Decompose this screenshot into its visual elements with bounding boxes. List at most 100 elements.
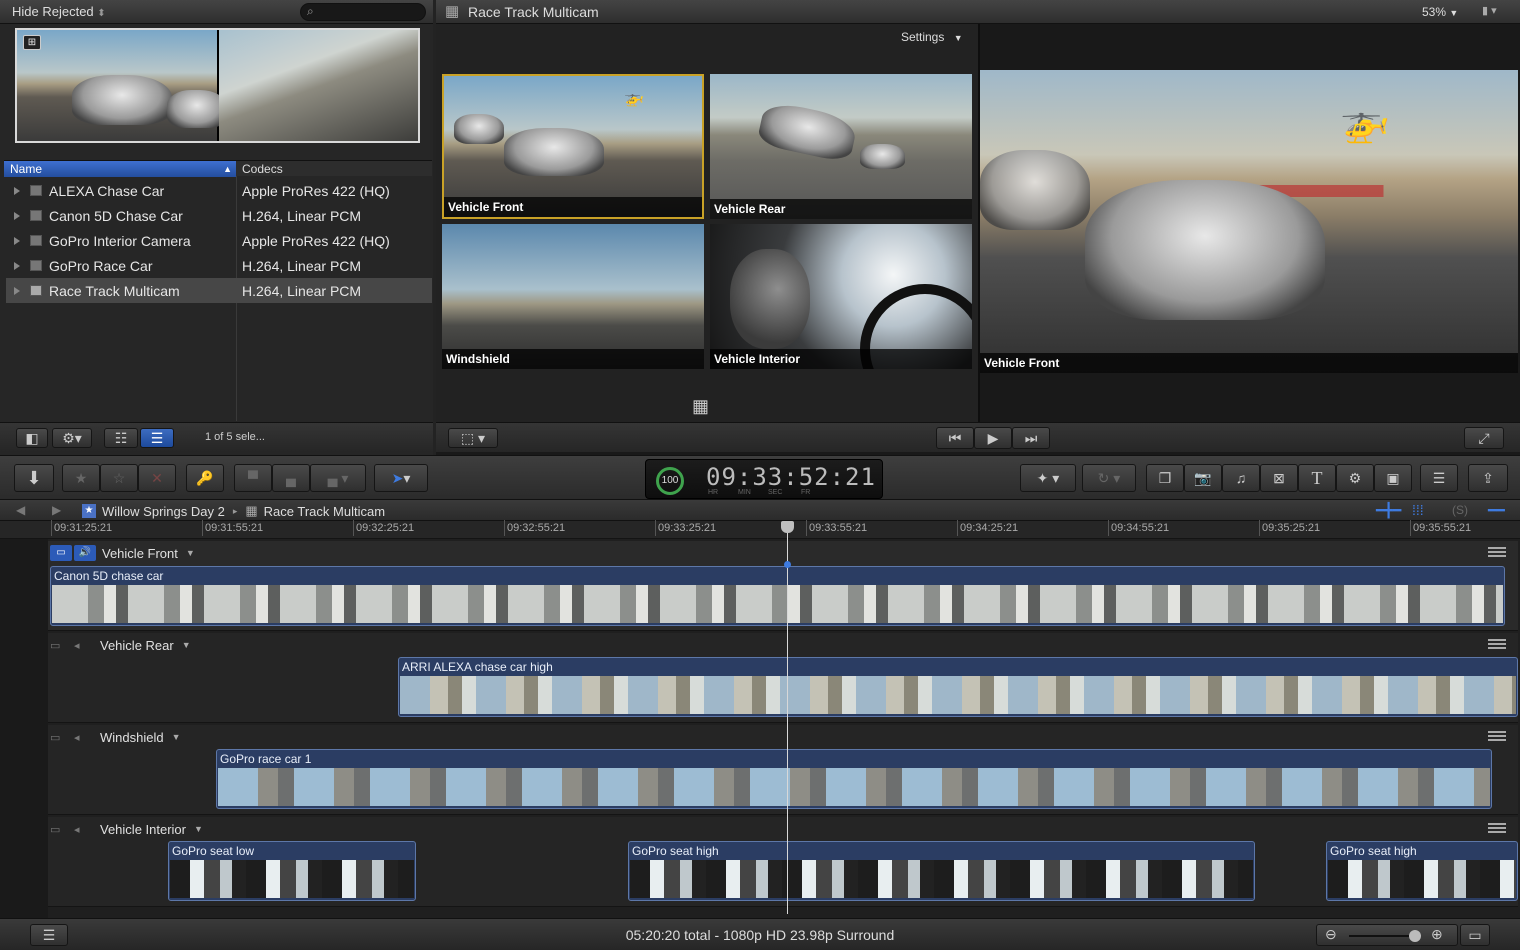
audio-monitor-icon[interactable]: ◂ xyxy=(74,731,96,744)
retime-button[interactable]: ↻ ▾ xyxy=(1082,464,1136,492)
timeline-clip[interactable]: ARRI ALEXA chase car high xyxy=(398,657,1518,717)
next-edit-button[interactable]: ⏭ xyxy=(1012,427,1050,449)
angle-windshield[interactable]: Windshield xyxy=(442,224,704,369)
append-button[interactable]: ▄ ▾ xyxy=(310,464,366,492)
zoom-popup[interactable]: 53% ▼ xyxy=(1422,5,1458,19)
angle-lane-header[interactable]: ▭ ◂ Vehicle Interior ▼ xyxy=(50,819,203,839)
back-icon[interactable]: ◀ xyxy=(16,503,25,517)
clip-name: Canon 5D Chase Car xyxy=(49,207,183,224)
angle-lane-header[interactable]: ▭ 🔊 Vehicle Front ▼ xyxy=(50,543,195,563)
angle-vehicle-front[interactable]: 🚁 Vehicle Front xyxy=(442,74,704,219)
share-button[interactable]: ⇪ xyxy=(1468,464,1508,492)
disclosure-icon[interactable] xyxy=(14,286,20,295)
disclosure-icon[interactable] xyxy=(14,261,20,270)
connect-button[interactable]: ▀ xyxy=(234,464,272,492)
zoom-slider-knob[interactable] xyxy=(1409,930,1421,942)
angle-lane-header[interactable]: ▭ ◂ Windshield ▼ xyxy=(50,727,181,747)
previous-edit-button[interactable]: ⏮ xyxy=(936,427,974,449)
video-monitor-icon[interactable]: ▭ xyxy=(50,823,72,836)
filmstrip-view-button[interactable]: ☷ xyxy=(104,428,138,448)
titles-button[interactable]: T xyxy=(1298,464,1336,492)
playhead[interactable] xyxy=(787,522,788,914)
zoom-out-icon[interactable]: ⊖ xyxy=(1325,926,1337,943)
clip-appearance-icon[interactable]: ━╋━ xyxy=(1376,502,1401,519)
angle-vehicle-interior[interactable]: Vehicle Interior xyxy=(710,224,972,369)
audio-monitor-icon[interactable]: ◂ xyxy=(74,639,96,652)
view-options-icon[interactable]: ▮ ▾ xyxy=(1482,4,1497,17)
clip-name: ARRI ALEXA chase car high xyxy=(402,660,553,674)
angle-settings-popup[interactable]: Settings ▼ xyxy=(901,30,963,44)
themes-button[interactable]: ▣ xyxy=(1374,464,1412,492)
timeline-clip[interactable]: Canon 5D chase car xyxy=(50,566,1505,626)
list-item-selected[interactable]: Race Track Multicam H.264, Linear PCM xyxy=(6,278,432,303)
chevron-down-icon[interactable]: ▼ xyxy=(194,824,203,834)
name-column-header[interactable]: Name ▲ xyxy=(4,161,236,177)
codecs-column-header[interactable]: Codecs xyxy=(242,161,283,177)
zoom-in-icon[interactable]: ⊕ xyxy=(1431,926,1443,943)
fullscreen-button[interactable]: ⤢ xyxy=(1464,427,1504,449)
lane-menu-icon[interactable] xyxy=(1488,823,1506,833)
generators-button[interactable]: ⚙ xyxy=(1336,464,1374,492)
disclosure-icon[interactable] xyxy=(14,236,20,245)
angle-grid-icon[interactable]: ▦ xyxy=(692,396,709,417)
import-button[interactable]: ⬇ xyxy=(14,464,54,492)
chevron-down-icon[interactable]: ▼ xyxy=(172,732,181,742)
transform-button[interactable]: ⬚ ▾ xyxy=(448,428,498,448)
timeline-clip[interactable]: GoPro seat high xyxy=(628,841,1255,901)
breadcrumb-project[interactable]: Willow Springs Day 2 xyxy=(102,504,225,519)
unrate-button[interactable]: ☆ xyxy=(100,464,138,492)
filter-popup[interactable]: Hide Rejected ⬍ xyxy=(12,4,106,19)
disclosure-icon[interactable] xyxy=(14,186,20,195)
chevron-down-icon[interactable]: ▼ xyxy=(182,640,191,650)
snapping-icon[interactable]: ━━ xyxy=(1488,502,1505,519)
forward-icon[interactable]: ▶ xyxy=(52,503,61,517)
reject-button[interactable]: ✕ xyxy=(138,464,176,492)
angle-vehicle-rear[interactable]: Vehicle Rear xyxy=(710,74,972,219)
list-item[interactable]: GoPro Interior Camera Apple ProRes 422 (H… xyxy=(6,228,432,253)
audio-waveform-icon[interactable]: ⁞⁞⁞ xyxy=(1412,502,1424,518)
clip-appearance-button[interactable]: ▭ xyxy=(1460,924,1490,946)
timeline-clip[interactable]: GoPro race car 1 xyxy=(216,749,1492,809)
select-tool-button[interactable]: ➤ ▾ xyxy=(374,464,428,492)
insert-button[interactable]: ▄ xyxy=(272,464,310,492)
search-icon: ⌕ xyxy=(307,4,314,18)
list-item[interactable]: Canon 5D Chase Car H.264, Linear PCM xyxy=(6,203,432,228)
playhead-handle[interactable] xyxy=(781,521,794,533)
gear-icon[interactable]: ⚙▾ xyxy=(52,428,92,448)
chevron-down-icon[interactable]: ▼ xyxy=(186,548,195,558)
angle-lane-header[interactable]: ▭ ◂ Vehicle Rear ▼ xyxy=(50,635,191,655)
music-browser-button[interactable]: ♫ xyxy=(1222,464,1260,492)
transitions-button[interactable]: ⊠ xyxy=(1260,464,1298,492)
play-button[interactable]: ▶ xyxy=(974,427,1012,449)
zoom-slider[interactable]: ⊖ ⊕ xyxy=(1316,924,1458,946)
breadcrumb-clip[interactable]: Race Track Multicam xyxy=(264,504,385,519)
solo-icon[interactable]: (S) xyxy=(1452,503,1468,517)
timecode-display[interactable]: 100 09:33:52:21 HR MIN SEC FR xyxy=(645,459,883,499)
video-monitor-icon[interactable]: ▭ xyxy=(50,545,72,561)
enhancements-button[interactable]: ✦ ▾ xyxy=(1020,464,1076,492)
video-monitor-icon[interactable]: ▭ xyxy=(50,639,72,652)
list-item[interactable]: GoPro Race Car H.264, Linear PCM xyxy=(6,253,432,278)
photo-browser-button[interactable]: 📷 xyxy=(1184,464,1222,492)
lane-menu-icon[interactable] xyxy=(1488,731,1506,741)
background-task-indicator[interactable]: 100 xyxy=(656,467,684,495)
show-library-button[interactable]: ◧ xyxy=(16,428,48,448)
disclosure-icon[interactable] xyxy=(14,211,20,220)
chevron-down-icon: ▼ xyxy=(953,33,963,43)
keyword-button[interactable]: 🔑 xyxy=(186,464,224,492)
adjust-button[interactable]: ☰ xyxy=(1420,464,1458,492)
favorite-button[interactable]: ★ xyxy=(62,464,100,492)
video-monitor-icon[interactable]: ▭ xyxy=(50,731,72,744)
list-item[interactable]: ALEXA Chase Car Apple ProRes 422 (HQ) xyxy=(6,178,432,203)
search-field[interactable]: ⌕ xyxy=(300,3,426,21)
audio-monitor-icon[interactable]: ◂ xyxy=(74,823,96,836)
selected-clip-filmstrip[interactable]: ⊞ xyxy=(15,28,420,143)
audio-monitor-icon[interactable]: 🔊 xyxy=(74,545,96,561)
timeline-clip[interactable]: GoPro seat high xyxy=(1326,841,1518,901)
lane-menu-icon[interactable] xyxy=(1488,639,1506,649)
list-view-button[interactable]: ☰ xyxy=(140,428,174,448)
timeline-clip[interactable]: GoPro seat low xyxy=(168,841,416,901)
inspector-button[interactable]: ❐ xyxy=(1146,464,1184,492)
lane-menu-icon[interactable] xyxy=(1488,547,1506,557)
main-angle-label: Vehicle Front xyxy=(980,353,1518,373)
